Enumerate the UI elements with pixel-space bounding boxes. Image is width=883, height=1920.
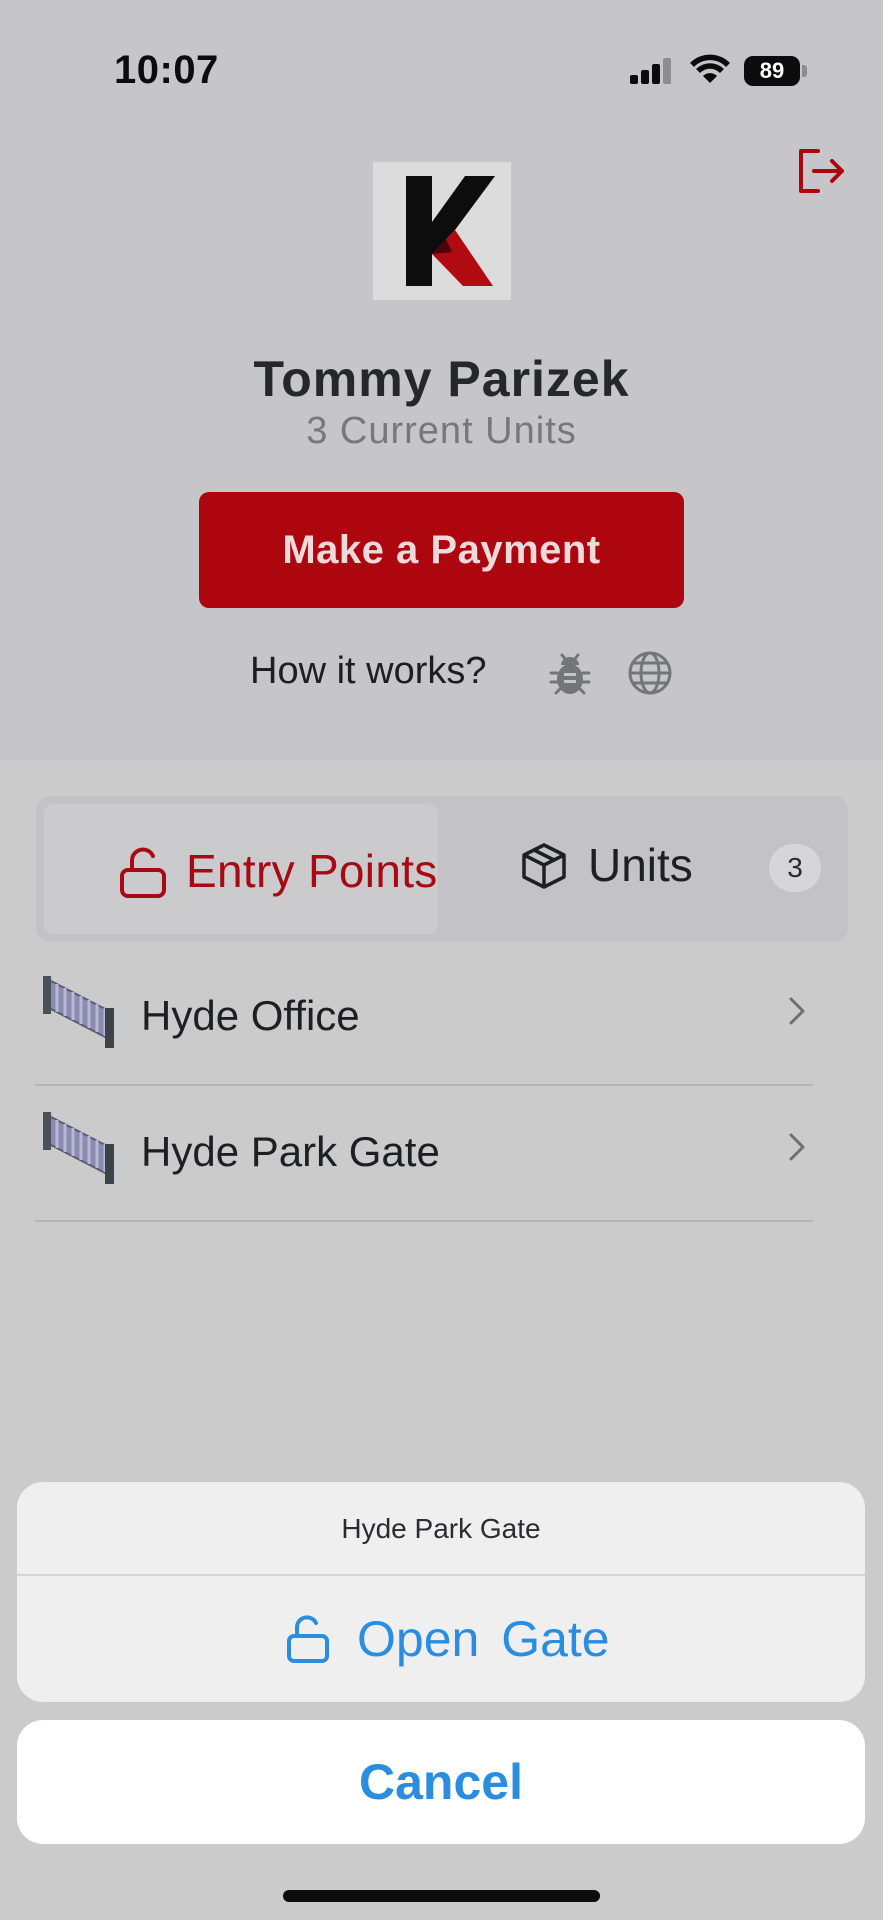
units-count-badge: 3 <box>769 844 821 892</box>
bug-icon[interactable] <box>549 651 591 697</box>
user-name: Tommy Parizek <box>253 351 630 407</box>
action-sheet-title: Hyde Park Gate <box>17 1482 865 1576</box>
gate-icon <box>43 976 114 1048</box>
how-it-works-link[interactable]: How it works? <box>250 650 487 693</box>
battery-tip <box>802 65 807 77</box>
box-icon[interactable] <box>520 842 568 890</box>
tab-entry-points[interactable]: Entry Points <box>44 804 438 934</box>
current-units-count: 3 Current Units <box>306 410 577 452</box>
open-gate-button[interactable]: Open Gate <box>17 1576 865 1702</box>
list-item-entry-point[interactable]: Hyde Park Gate <box>35 1088 813 1222</box>
tab-switcher: Entry Points Units 3 <box>36 796 848 942</box>
cellular-signal-icon <box>630 58 674 84</box>
cancel-button[interactable]: Cancel <box>17 1720 865 1844</box>
action-sheet: Hyde Park Gate Open Gate <box>17 1482 865 1702</box>
logout-icon[interactable] <box>796 148 846 194</box>
wifi-icon <box>690 54 730 83</box>
company-logo <box>373 162 511 300</box>
list-item-entry-point[interactable]: Hyde Office <box>35 952 813 1086</box>
tab-units[interactable]: Units <box>588 838 693 892</box>
status-time: 10:07 <box>114 48 219 92</box>
entry-point-name: Hyde Park Gate <box>141 1128 440 1175</box>
make-payment-button[interactable]: Make a Payment <box>199 492 684 608</box>
open-gate-label: Open Gate <box>357 1611 610 1667</box>
unlock-icon <box>287 1615 329 1663</box>
unlock-icon <box>120 847 166 898</box>
entry-point-name: Hyde Office <box>141 992 360 1039</box>
k-logo-icon <box>406 176 495 286</box>
status-icons: 89 <box>630 52 810 92</box>
tab-entry-points-label: Entry Points <box>186 845 438 897</box>
globe-icon[interactable] <box>627 650 673 696</box>
chevron-right-icon <box>789 1133 805 1161</box>
home-indicator[interactable] <box>283 1890 600 1902</box>
chevron-right-icon <box>789 997 805 1025</box>
battery-icon: 89 <box>744 56 800 86</box>
gate-icon <box>43 1112 114 1184</box>
